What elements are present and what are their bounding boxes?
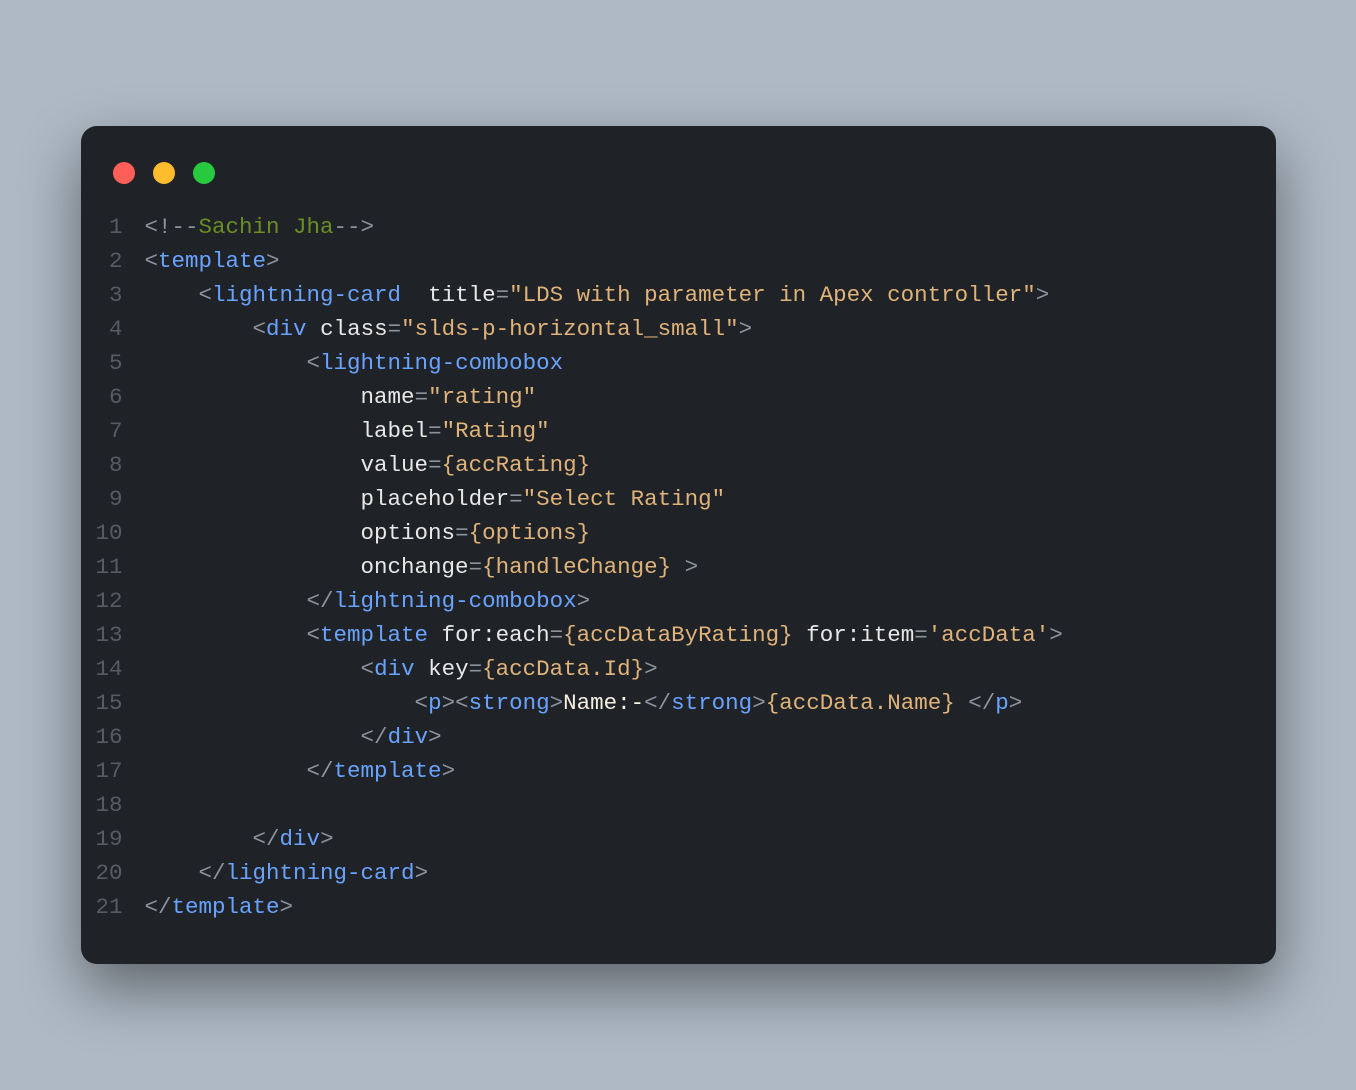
line-number: 18 bbox=[81, 788, 123, 822]
code-line[interactable]: <div key={accData.Id}> bbox=[145, 652, 1248, 686]
line-number: 19 bbox=[81, 822, 123, 856]
code-line[interactable]: </lightning-combobox> bbox=[145, 584, 1248, 618]
line-number-gutter: 123456789101112131415161718192021 bbox=[81, 210, 145, 924]
close-icon[interactable] bbox=[113, 162, 135, 184]
line-number: 3 bbox=[81, 278, 123, 312]
code-line[interactable]: <template> bbox=[145, 244, 1248, 278]
code-line[interactable]: </lightning-card> bbox=[145, 856, 1248, 890]
line-number: 20 bbox=[81, 856, 123, 890]
code-window: 123456789101112131415161718192021 <!--Sa… bbox=[81, 126, 1276, 964]
minimize-icon[interactable] bbox=[153, 162, 175, 184]
code-editor[interactable]: 123456789101112131415161718192021 <!--Sa… bbox=[81, 210, 1276, 924]
line-number: 12 bbox=[81, 584, 123, 618]
code-line[interactable]: <!--Sachin Jha--> bbox=[145, 210, 1248, 244]
line-number: 13 bbox=[81, 618, 123, 652]
code-line[interactable]: </template> bbox=[145, 890, 1248, 924]
code-line[interactable]: label="Rating" bbox=[145, 414, 1248, 448]
line-number: 7 bbox=[81, 414, 123, 448]
code-line[interactable]: value={accRating} bbox=[145, 448, 1248, 482]
titlebar bbox=[81, 154, 1276, 210]
line-number: 15 bbox=[81, 686, 123, 720]
line-number: 2 bbox=[81, 244, 123, 278]
stage: 123456789101112131415161718192021 <!--Sa… bbox=[0, 0, 1356, 1090]
line-number: 11 bbox=[81, 550, 123, 584]
line-number: 10 bbox=[81, 516, 123, 550]
line-number: 5 bbox=[81, 346, 123, 380]
code-line[interactable]: </div> bbox=[145, 822, 1248, 856]
code-line[interactable]: <div class="slds-p-horizontal_small"> bbox=[145, 312, 1248, 346]
code-line[interactable]: onchange={handleChange} > bbox=[145, 550, 1248, 584]
code-line[interactable]: </div> bbox=[145, 720, 1248, 754]
code-line[interactable]: placeholder="Select Rating" bbox=[145, 482, 1248, 516]
line-number: 8 bbox=[81, 448, 123, 482]
line-number: 6 bbox=[81, 380, 123, 414]
line-number: 21 bbox=[81, 890, 123, 924]
code-line[interactable]: <lightning-combobox bbox=[145, 346, 1248, 380]
code-line[interactable] bbox=[145, 788, 1248, 822]
code-line[interactable]: </template> bbox=[145, 754, 1248, 788]
code-line[interactable]: name="rating" bbox=[145, 380, 1248, 414]
line-number: 9 bbox=[81, 482, 123, 516]
code-area[interactable]: <!--Sachin Jha--><template> <lightning-c… bbox=[145, 210, 1276, 924]
code-line[interactable]: <template for:each={accDataByRating} for… bbox=[145, 618, 1248, 652]
code-line[interactable]: <lightning-card title="LDS with paramete… bbox=[145, 278, 1248, 312]
line-number: 16 bbox=[81, 720, 123, 754]
line-number: 4 bbox=[81, 312, 123, 346]
code-line[interactable]: <p><strong>Name:-</strong>{accData.Name}… bbox=[145, 686, 1248, 720]
zoom-icon[interactable] bbox=[193, 162, 215, 184]
line-number: 14 bbox=[81, 652, 123, 686]
line-number: 17 bbox=[81, 754, 123, 788]
line-number: 1 bbox=[81, 210, 123, 244]
code-line[interactable]: options={options} bbox=[145, 516, 1248, 550]
